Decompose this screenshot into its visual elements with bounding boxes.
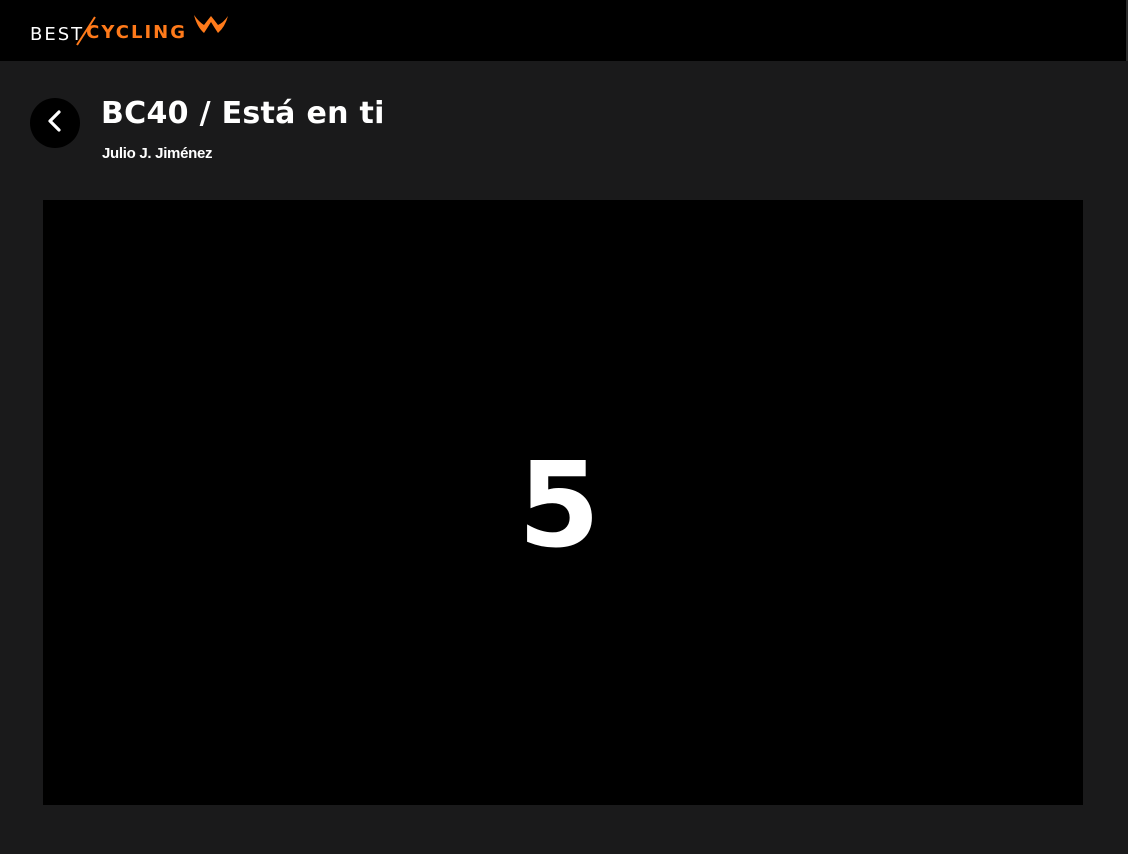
video-player[interactable]: 5 <box>43 200 1083 805</box>
countdown-number: 5 <box>517 435 601 574</box>
class-title: BC40 / Está en ti <box>101 96 385 131</box>
bestcycling-logo[interactable]: BEST CYCLING <box>30 14 229 48</box>
top-bar: BEST CYCLING <box>0 0 1128 61</box>
logo-text-cycling: CYCLING <box>86 21 187 43</box>
chevron-left-icon <box>45 109 65 138</box>
bestcycling-w-logo-icon <box>193 13 229 44</box>
instructor-name: Julio J. Jiménez <box>102 145 213 162</box>
back-button[interactable] <box>30 98 80 148</box>
